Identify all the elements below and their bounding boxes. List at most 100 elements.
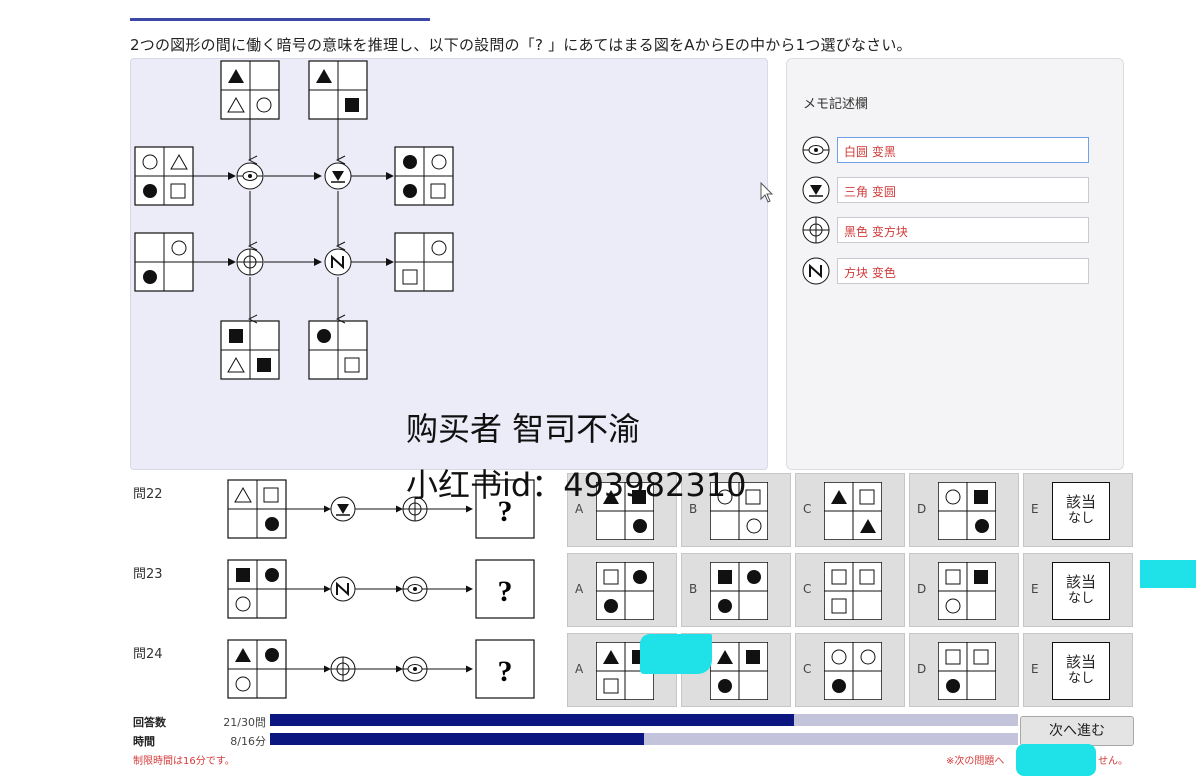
q22-triangle-operator-icon [330, 496, 356, 522]
watermark-line-2: 小红书id：493982310 [406, 466, 747, 504]
mouse-cursor-icon [760, 182, 774, 203]
q23-choice-c[interactable]: C [795, 553, 905, 627]
input-box-top-right [308, 60, 368, 120]
q24-choice-d[interactable]: D [909, 633, 1019, 707]
time-progress-bar [270, 733, 1018, 745]
next-note-end: せん。 [1098, 756, 1128, 767]
choice-figure [710, 562, 768, 620]
choice-letter: C [803, 662, 812, 676]
choice-none-label: 該当 [1065, 493, 1096, 511]
memo-title: メモ記述欄 [803, 97, 869, 112]
q23-choice-b[interactable]: B [681, 553, 791, 627]
q22-choice-c[interactable]: C [795, 473, 905, 547]
choice-letter: E [1031, 502, 1039, 516]
choice-none-box: 該当 なし [1052, 482, 1110, 540]
question-instruction: 2つの図形の間に働く暗号の意味を推理し、以下の設問の「? 」にあてはまる図をAか… [130, 36, 912, 54]
memo-input-2[interactable]: 三角 变圆 [837, 177, 1089, 203]
choice-figure [938, 482, 996, 540]
answers-progress-fill [270, 714, 794, 726]
choice-letter: A [575, 582, 584, 596]
q23-choice-a[interactable]: A [567, 553, 677, 627]
input-box-left-top [134, 146, 194, 206]
choice-figure [596, 562, 654, 620]
q24-circle-dot-operator-icon [402, 656, 428, 682]
choice-figure [938, 642, 996, 700]
choice-letter: B [689, 582, 698, 596]
choice-none-sublabel: なし [1067, 671, 1094, 686]
q23-choice-d[interactable]: D [909, 553, 1019, 627]
choice-letter: C [803, 582, 812, 596]
choice-figure [824, 482, 882, 540]
choice-letter: D [917, 502, 927, 516]
circle-dot-icon [802, 136, 830, 164]
choice-none-label: 該当 [1065, 653, 1096, 671]
choice-none-sublabel: なし [1067, 591, 1094, 606]
q23-n-operator-icon [330, 576, 356, 602]
choice-letter: D [917, 662, 927, 676]
triangle-icon [802, 176, 830, 204]
q23-unknown-text: ? [498, 575, 513, 608]
memo-row-1: 白圆 变黑 [799, 135, 1089, 165]
choice-letter: D [917, 582, 927, 596]
q22-input-box [227, 479, 287, 539]
choice-none-box: 該当 なし [1052, 642, 1110, 700]
q24-choice-c[interactable]: C [795, 633, 905, 707]
n-icon [802, 257, 830, 285]
question-formulas: ? ? ? [227, 479, 535, 699]
q22-choice-e[interactable]: E 該当 なし [1023, 473, 1133, 547]
choice-none-label: 該当 [1065, 573, 1096, 591]
question-label-22: 問22 [133, 487, 163, 502]
output-box-right-bottom [394, 232, 454, 292]
n-operator-icon [324, 248, 352, 276]
next-note-start: ※次の問題へ [946, 756, 1005, 767]
memo-input-1[interactable]: 白圆 变黑 [837, 137, 1089, 163]
next-button[interactable]: 次へ進む [1020, 716, 1134, 746]
q24-unknown-text: ? [498, 655, 513, 688]
memo-row-4: 方块 变色 [799, 256, 1089, 286]
output-box-bottom-left [220, 320, 280, 380]
q22-choice-d[interactable]: D [909, 473, 1019, 547]
time-progress-fill [270, 733, 644, 745]
q23-choice-e[interactable]: E 該当 なし [1023, 553, 1133, 627]
choice-letter: A [575, 662, 584, 676]
memo-panel: メモ記述欄 白圆 变黑 三角 变圆 黑色 变方块 方块 变色 [786, 58, 1124, 470]
choice-figure [710, 642, 768, 700]
question-label-23: 問23 [133, 567, 163, 582]
answers-count: 21/30問 [223, 716, 266, 729]
answers-label: 回答数 [133, 716, 166, 729]
output-box-right-top [394, 146, 454, 206]
redaction-mark-choice [640, 634, 712, 674]
input-box-left-bottom [134, 232, 194, 292]
output-box-bottom-right [308, 320, 368, 380]
time-limit-note: 制限時間は16分です。 [133, 756, 235, 767]
q23-input-box [227, 559, 287, 619]
redaction-mark-bottom [1016, 744, 1096, 776]
choice-none-sublabel: なし [1067, 511, 1094, 526]
top-rule [130, 18, 430, 21]
q24-input-box [227, 639, 287, 699]
circle-dot-operator-icon [236, 162, 264, 190]
choice-figure [824, 642, 882, 700]
choice-figure [824, 562, 882, 620]
q24-choice-e[interactable]: E 該当 なし [1023, 633, 1133, 707]
cross-icon [802, 216, 830, 244]
memo-row-3: 黑色 变方块 [799, 215, 1089, 245]
time-label: 時間 [133, 735, 155, 748]
question-label-24: 問24 [133, 647, 163, 662]
time-count: 8/16分 [230, 735, 266, 748]
triangle-operator-icon [324, 162, 352, 190]
choice-letter: E [1031, 582, 1039, 596]
choice-none-box: 該当 なし [1052, 562, 1110, 620]
input-box-top-left [220, 60, 280, 120]
memo-input-4[interactable]: 方块 变色 [837, 258, 1089, 284]
choice-letter: E [1031, 662, 1039, 676]
q24-cross-operator-icon [330, 656, 356, 682]
choice-letter: C [803, 502, 812, 516]
memo-input-3[interactable]: 黑色 变方块 [837, 217, 1089, 243]
redaction-mark-right [1140, 560, 1196, 588]
memo-row-2: 三角 变圆 [799, 175, 1089, 205]
q23-circle-dot-operator-icon [402, 576, 428, 602]
choice-figure [938, 562, 996, 620]
answers-progress-bar [270, 714, 1018, 726]
cross-operator-icon [236, 248, 264, 276]
